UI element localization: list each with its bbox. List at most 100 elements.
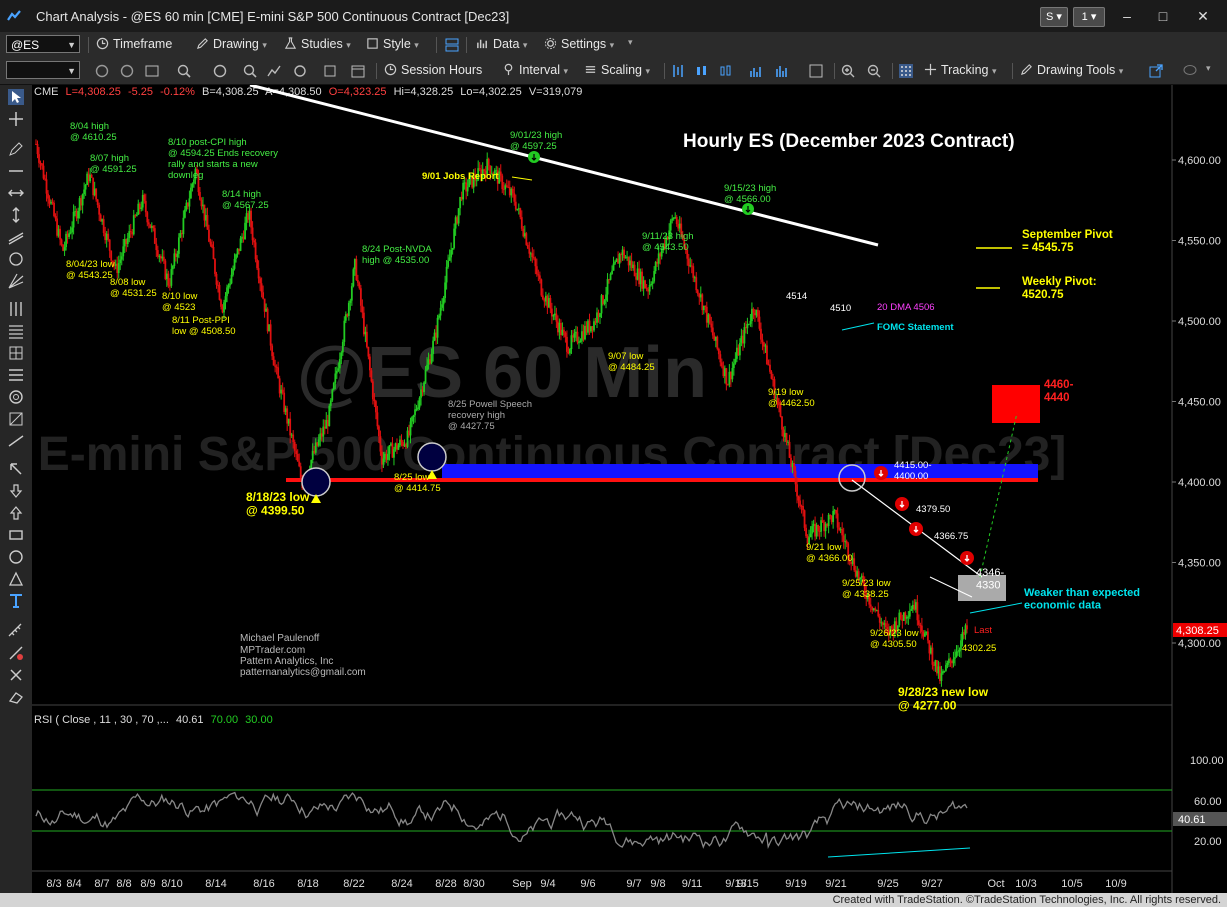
history-icon[interactable]	[212, 63, 228, 79]
down-arrow-icon[interactable]	[8, 483, 24, 499]
candle-body	[409, 421, 412, 436]
volume-icon[interactable]	[748, 63, 764, 79]
export-icon[interactable]	[1148, 63, 1164, 79]
fib-icon[interactable]	[8, 323, 24, 339]
eraser-icon[interactable]	[8, 689, 24, 705]
horizontal-line-icon[interactable]	[8, 163, 24, 179]
grid-toggle-icon[interactable]	[808, 63, 824, 79]
candle-body	[499, 171, 502, 176]
cursor-icon[interactable]	[8, 89, 24, 105]
arrow-icon[interactable]	[8, 461, 24, 477]
drawing-tools-menu[interactable]: Drawing Tools ▾	[1020, 63, 1123, 77]
window-link-button[interactable]: 1 ▾	[1073, 7, 1105, 27]
timeframe-menu[interactable]: Timeframe	[96, 37, 172, 51]
candle-body	[952, 658, 955, 664]
settings-menu[interactable]: Settings ▾	[544, 37, 614, 51]
minimize-icon[interactable]: –	[1112, 6, 1142, 26]
chart-area[interactable]: @ES 60 Min E-mini S&P 500 Continuous Con…	[32, 85, 1227, 893]
refresh-icon[interactable]	[94, 63, 110, 79]
candle-body	[832, 510, 835, 523]
delete-tool-icon[interactable]	[8, 667, 24, 683]
candle-body	[235, 254, 237, 259]
crosshair-tool-icon[interactable]	[8, 111, 24, 127]
overflow-chevron-icon[interactable]: ▾	[628, 37, 633, 48]
triangle-icon[interactable]	[8, 571, 24, 587]
candle-body	[69, 232, 72, 234]
candle-body	[672, 217, 675, 219]
candle-body	[817, 524, 820, 531]
rectangle-icon[interactable]	[8, 527, 24, 543]
zoom-in-icon[interactable]	[840, 63, 856, 79]
gann-icon[interactable]	[8, 411, 24, 427]
bar-style-icon[interactable]	[670, 63, 686, 79]
scaling-menu[interactable]: Scaling ▾	[584, 63, 650, 77]
chart-type-icon[interactable]	[266, 63, 282, 79]
pitchfork-icon[interactable]	[8, 301, 24, 317]
price-chart[interactable]: @ES 60 Min E-mini S&P 500 Continuous Con…	[32, 85, 1227, 893]
pen-tool-icon[interactable]	[8, 141, 24, 157]
interval-input[interactable]: ▼	[6, 61, 80, 79]
candle-body	[760, 328, 762, 340]
h-arrows-icon[interactable]	[8, 185, 24, 201]
search-chart-icon[interactable]	[242, 63, 258, 79]
close-icon[interactable]: ✕	[1188, 6, 1218, 26]
tick-icon[interactable]	[774, 63, 790, 79]
cycle-icon[interactable]	[8, 389, 24, 405]
candle-body	[295, 450, 298, 455]
v-arrows-icon[interactable]	[8, 207, 24, 223]
alert-tool-icon[interactable]	[8, 645, 24, 661]
annotation-text: 9/28/23 new low	[898, 685, 989, 699]
candle-body	[98, 205, 101, 215]
price-tick-label: 4,450.00	[1178, 397, 1221, 409]
data-menu[interactable]: Data ▾	[476, 37, 527, 51]
up-arrow-icon[interactable]	[8, 505, 24, 521]
layout-icon[interactable]	[444, 37, 460, 53]
tracking-menu[interactable]: Tracking ▾	[924, 63, 996, 77]
candle-body	[573, 333, 576, 338]
drawing-menu[interactable]: Drawing ▾	[196, 37, 267, 51]
zoom-icon[interactable]	[176, 63, 192, 79]
candle-body	[766, 345, 768, 365]
hollow-candle-icon[interactable]	[718, 63, 734, 79]
candle-body	[376, 412, 379, 427]
candle-body	[797, 496, 800, 501]
candle-style-icon[interactable]	[694, 63, 710, 79]
candle-body	[400, 439, 403, 443]
insert-icon[interactable]	[322, 63, 338, 79]
ellipse-icon[interactable]	[8, 549, 24, 565]
regression-icon[interactable]	[8, 433, 24, 449]
calendar-icon[interactable]	[350, 63, 366, 79]
candle-body	[218, 284, 221, 300]
chat-icon[interactable]	[1182, 63, 1198, 79]
chart-title: Hourly ES (December 2023 Contract)	[683, 131, 1015, 152]
channel-icon[interactable]	[8, 229, 24, 245]
window-icon[interactable]	[144, 63, 160, 79]
candle-body	[540, 279, 543, 296]
studies-menu[interactable]: Studies ▾	[284, 37, 351, 51]
candle-body	[720, 362, 723, 367]
candle-body	[599, 313, 601, 317]
overflow-chevron-icon[interactable]: ▾	[1206, 63, 1211, 74]
candle-body	[908, 610, 911, 617]
candle-body	[362, 312, 365, 335]
interval-menu[interactable]: Interval ▾	[502, 63, 568, 77]
crosshair-icon	[924, 63, 937, 76]
speed-icon[interactable]	[8, 251, 24, 267]
maximize-icon[interactable]: □	[1148, 6, 1178, 26]
levels-icon[interactable]	[8, 367, 24, 383]
candle-body	[809, 533, 812, 538]
dot-grid-icon[interactable]	[898, 63, 914, 79]
grid-tool-icon[interactable]	[8, 345, 24, 361]
refresh-alt-icon[interactable]	[119, 63, 135, 79]
ruler-icon[interactable]	[8, 623, 24, 639]
symbol-link-button[interactable]: S ▾	[1040, 7, 1068, 27]
candle-body	[439, 307, 442, 316]
fan-icon[interactable]	[8, 273, 24, 289]
text-tool-icon[interactable]	[8, 593, 24, 609]
symbol-input[interactable]: @ES ▼	[6, 35, 80, 53]
style-menu[interactable]: Style ▾	[366, 37, 419, 51]
price-tick-label: 4,550.00	[1178, 236, 1221, 248]
zoom-out-icon[interactable]	[866, 63, 882, 79]
snap-icon[interactable]	[292, 63, 308, 79]
session-hours-menu[interactable]: Session Hours	[384, 63, 482, 77]
